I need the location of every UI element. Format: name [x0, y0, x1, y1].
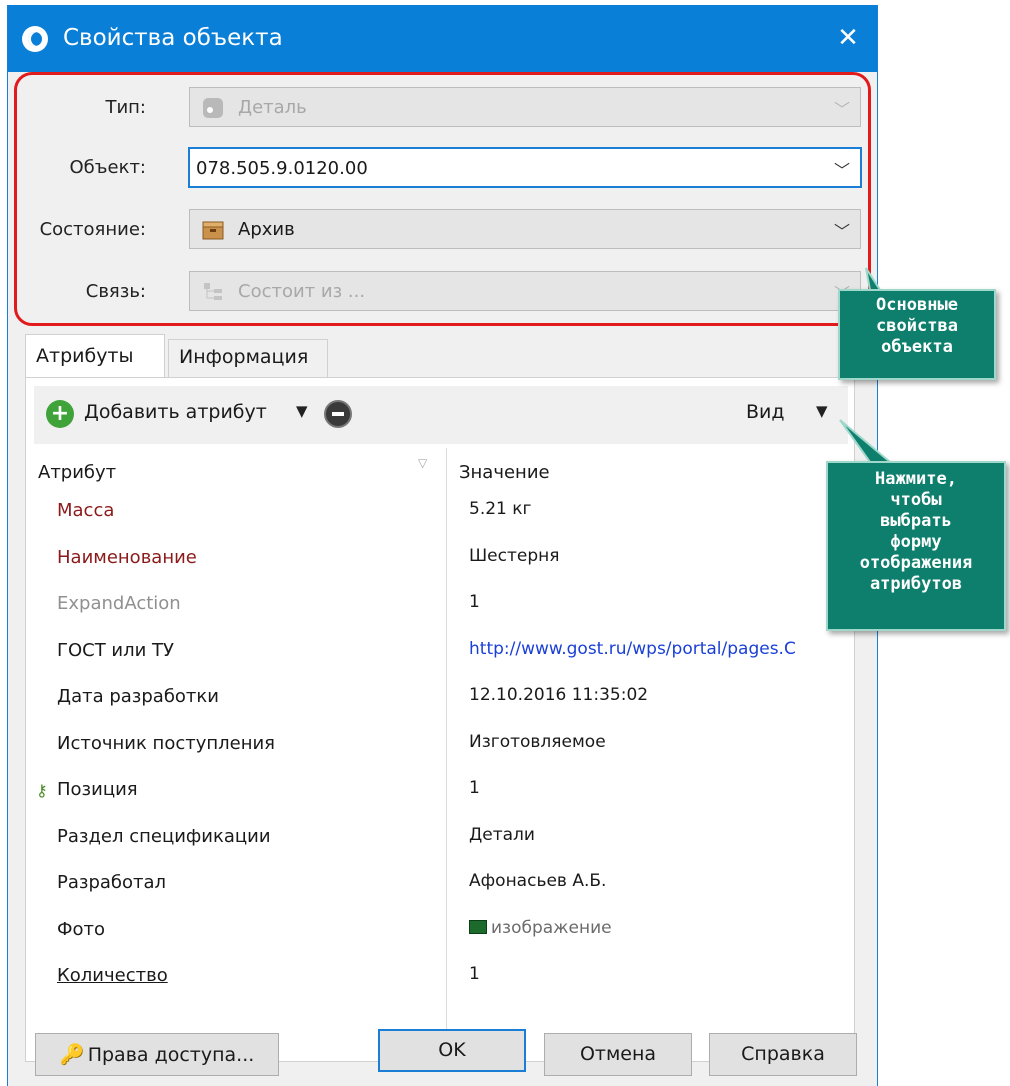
callout-pointer-view: [839, 419, 893, 463]
callout-main-properties: Основные свойства объекта: [838, 289, 996, 380]
callout-view-hint-text: Нажмите, чтобы выбрать форму отображения…: [859, 469, 973, 594]
callout-pointer-main: [865, 267, 882, 291]
callout-view-hint: Нажмите, чтобы выбрать форму отображения…: [826, 461, 1006, 631]
callout-main-properties-text: Основные свойства объекта: [876, 295, 958, 357]
